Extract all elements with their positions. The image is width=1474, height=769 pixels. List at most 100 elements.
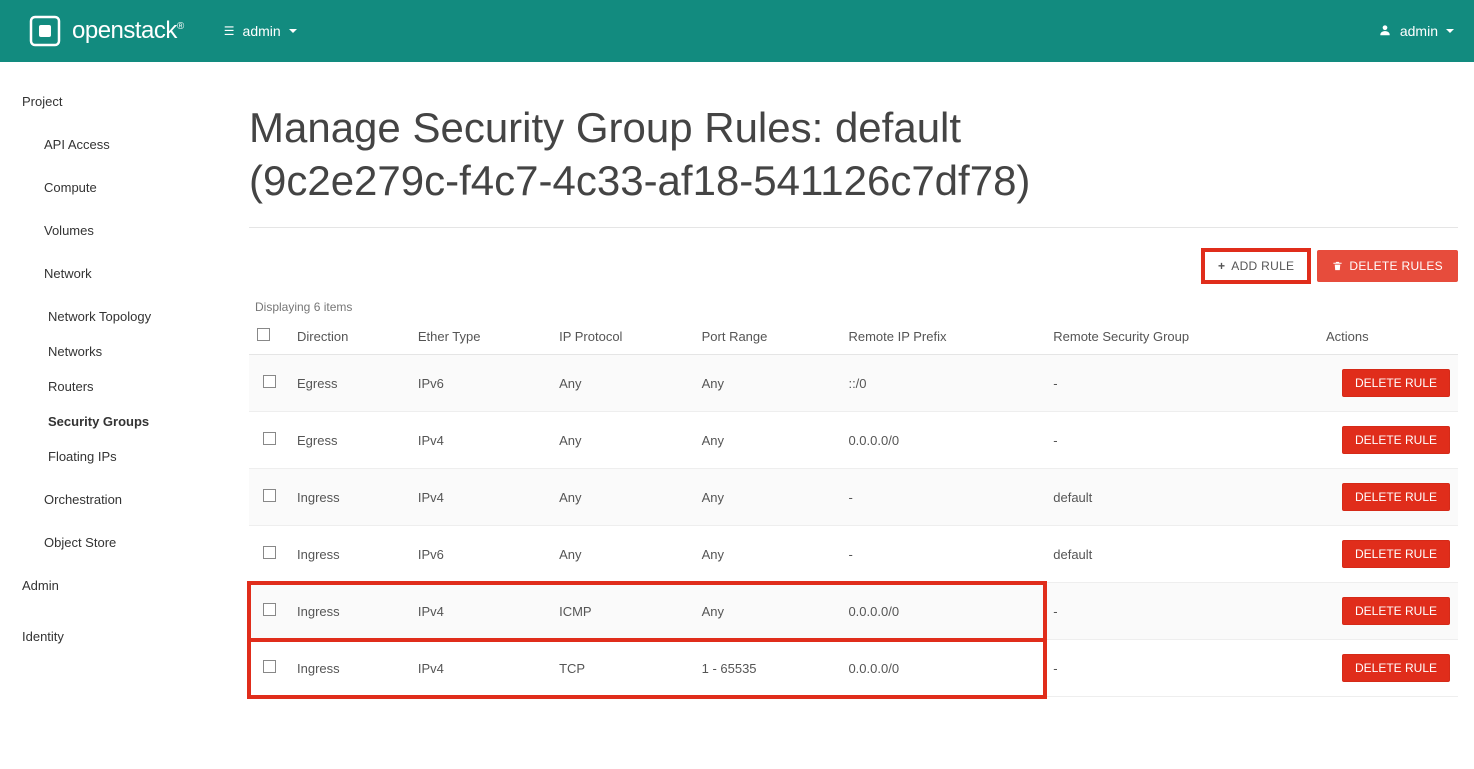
page-title: Manage Security Group Rules: default (9c… xyxy=(249,102,1149,207)
delete-rule-button[interactable]: Delete Rule xyxy=(1342,597,1450,625)
col-remote-ip[interactable]: Remote IP Prefix xyxy=(840,318,1045,355)
table-row: IngressIPv4ICMPAny0.0.0.0/0-Delete Rule xyxy=(249,583,1458,640)
cell-port-range: Any xyxy=(694,469,841,526)
cell-ether-type: IPv6 xyxy=(410,355,551,412)
cell-ip-protocol: Any xyxy=(551,412,694,469)
project-selector[interactable]: ☰ admin xyxy=(224,23,297,39)
project-selector-label: admin xyxy=(243,23,281,39)
cell-ip-protocol: ICMP xyxy=(551,583,694,640)
sidebar-item-identity[interactable]: Identity xyxy=(0,619,225,654)
brand-name: openstack® xyxy=(72,17,184,45)
cell-ip-protocol: Any xyxy=(551,469,694,526)
row-checkbox[interactable] xyxy=(263,432,276,445)
user-menu[interactable]: admin xyxy=(1378,23,1454,40)
cell-port-range: Any xyxy=(694,583,841,640)
cell-remote-ip: 0.0.0.0/0 xyxy=(840,640,1045,697)
row-checkbox[interactable] xyxy=(263,603,276,616)
sidebar-item-volumes[interactable]: Volumes xyxy=(0,213,225,248)
row-checkbox[interactable] xyxy=(263,489,276,502)
rules-table: Direction Ether Type IP Protocol Port Ra… xyxy=(249,318,1458,697)
cell-ether-type: IPv4 xyxy=(410,640,551,697)
cell-port-range: Any xyxy=(694,355,841,412)
cell-remote-ip: - xyxy=(840,469,1045,526)
cell-remote-sg: - xyxy=(1045,412,1318,469)
sidebar-item-network-topology[interactable]: Network Topology xyxy=(0,299,225,334)
add-rule-highlight: + Add Rule xyxy=(1203,250,1309,282)
cell-remote-ip: - xyxy=(840,526,1045,583)
sidebar-item-floating-ips[interactable]: Floating IPs xyxy=(0,439,225,474)
row-checkbox[interactable] xyxy=(263,546,276,559)
cell-ether-type: IPv6 xyxy=(410,526,551,583)
cell-direction: Ingress xyxy=(289,640,410,697)
cell-remote-ip: ::/0 xyxy=(840,355,1045,412)
delete-rules-label: Delete Rules xyxy=(1349,259,1443,273)
delete-rule-button[interactable]: Delete Rule xyxy=(1342,483,1450,511)
brand[interactable]: openstack® xyxy=(28,14,184,48)
cell-ip-protocol: Any xyxy=(551,526,694,583)
sidebar-item-security-groups[interactable]: Security Groups xyxy=(0,404,225,439)
item-count: Displaying 6 items xyxy=(249,300,1458,314)
delete-rule-button[interactable]: Delete Rule xyxy=(1342,426,1450,454)
table-row: EgressIPv4AnyAny0.0.0.0/0-Delete Rule xyxy=(249,412,1458,469)
table-row: IngressIPv6AnyAny-defaultDelete Rule xyxy=(249,526,1458,583)
divider xyxy=(249,227,1458,228)
delete-rule-button[interactable]: Delete Rule xyxy=(1342,654,1450,682)
chevron-down-icon xyxy=(289,29,297,33)
table-toolbar: + Add Rule Delete Rules xyxy=(249,250,1458,282)
breadcrumb xyxy=(249,62,1458,78)
add-rule-button[interactable]: + Add Rule xyxy=(1203,250,1309,282)
cell-remote-ip: 0.0.0.0/0 xyxy=(840,583,1045,640)
delete-rule-button[interactable]: Delete Rule xyxy=(1342,540,1450,568)
cell-remote-sg: - xyxy=(1045,355,1318,412)
table-row: IngressIPv4AnyAny-defaultDelete Rule xyxy=(249,469,1458,526)
select-all-checkbox[interactable] xyxy=(257,328,270,341)
main-content: Manage Security Group Rules: default (9c… xyxy=(225,62,1474,737)
col-ether-type[interactable]: Ether Type xyxy=(410,318,551,355)
sidebar-item-admin[interactable]: Admin xyxy=(0,568,225,603)
sidebar-item-object-store[interactable]: Object Store xyxy=(0,525,225,560)
cell-direction: Egress xyxy=(289,355,410,412)
sidebar-item-orchestration[interactable]: Orchestration xyxy=(0,482,225,517)
cell-remote-sg: default xyxy=(1045,469,1318,526)
sidebar-item-network[interactable]: Network xyxy=(0,256,225,291)
table-row: EgressIPv6AnyAny::/0-Delete Rule xyxy=(249,355,1458,412)
cell-ether-type: IPv4 xyxy=(410,469,551,526)
topbar: openstack® ☰ admin admin xyxy=(0,0,1474,62)
col-ip-protocol[interactable]: IP Protocol xyxy=(551,318,694,355)
cell-remote-sg: default xyxy=(1045,526,1318,583)
table-row: IngressIPv4TCP1 - 655350.0.0.0/0-Delete … xyxy=(249,640,1458,697)
col-actions: Actions xyxy=(1318,318,1458,355)
delete-rules-button[interactable]: Delete Rules xyxy=(1317,250,1458,282)
cell-direction: Egress xyxy=(289,412,410,469)
cell-remote-sg: - xyxy=(1045,583,1318,640)
sidebar-item-routers[interactable]: Routers xyxy=(0,369,225,404)
list-icon: ☰ xyxy=(224,24,235,38)
user-icon xyxy=(1378,23,1392,40)
trash-icon xyxy=(1332,260,1343,272)
cell-direction: Ingress xyxy=(289,526,410,583)
cell-port-range: Any xyxy=(694,526,841,583)
cell-ip-protocol: TCP xyxy=(551,640,694,697)
sidebar-item-networks[interactable]: Networks xyxy=(0,334,225,369)
cell-direction: Ingress xyxy=(289,469,410,526)
delete-rule-button[interactable]: Delete Rule xyxy=(1342,369,1450,397)
sidebar-item-compute[interactable]: Compute xyxy=(0,170,225,205)
cell-port-range: Any xyxy=(694,412,841,469)
cell-remote-ip: 0.0.0.0/0 xyxy=(840,412,1045,469)
row-checkbox[interactable] xyxy=(263,660,276,673)
sidebar: Project API Access Compute Volumes Netwo… xyxy=(0,62,225,737)
cell-ether-type: IPv4 xyxy=(410,583,551,640)
col-port-range[interactable]: Port Range xyxy=(694,318,841,355)
sidebar-item-api-access[interactable]: API Access xyxy=(0,127,225,162)
cell-remote-sg: - xyxy=(1045,640,1318,697)
cell-port-range: 1 - 65535 xyxy=(694,640,841,697)
sidebar-item-project[interactable]: Project xyxy=(0,84,225,119)
cell-direction: Ingress xyxy=(289,583,410,640)
row-checkbox[interactable] xyxy=(263,375,276,388)
user-menu-label: admin xyxy=(1400,23,1438,39)
plus-icon: + xyxy=(1218,259,1225,273)
col-direction[interactable]: Direction xyxy=(289,318,410,355)
cell-ether-type: IPv4 xyxy=(410,412,551,469)
col-remote-sg[interactable]: Remote Security Group xyxy=(1045,318,1318,355)
cell-ip-protocol: Any xyxy=(551,355,694,412)
